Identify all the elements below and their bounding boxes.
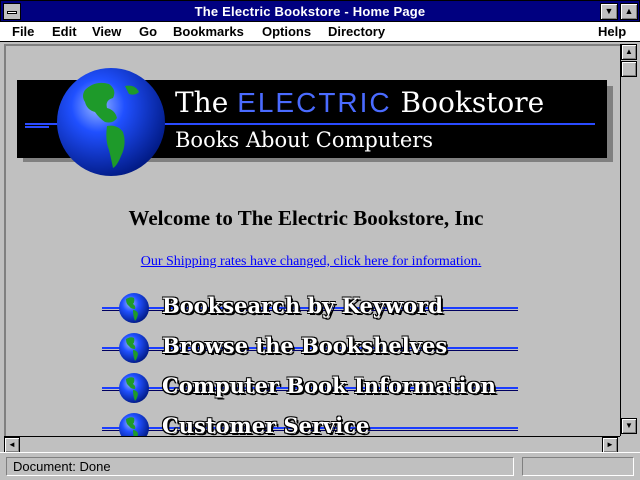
page-content: The ELECTRIC Bookstore Books About Compu… (4, 44, 620, 436)
menu-help[interactable]: Help (598, 24, 626, 39)
menu-edit[interactable]: Edit (52, 24, 77, 39)
title-bar[interactable]: The Electric Bookstore - Home Page ▼ ▲ (0, 0, 640, 22)
status-text: Document: Done (6, 457, 514, 476)
menu-view[interactable]: View (92, 24, 121, 39)
scroll-up-icon[interactable]: ▲ (621, 44, 637, 60)
maximize-button[interactable]: ▲ (620, 3, 638, 20)
menu-bar: File Edit View Go Bookmarks Options Dire… (0, 22, 640, 42)
vertical-scrollbar[interactable]: ▲ ▼ (620, 44, 638, 436)
nav-booksearch-link[interactable]: Booksearch by Keyword (102, 290, 522, 326)
menu-file[interactable]: File (12, 24, 34, 39)
browser-window: The Electric Bookstore - Home Page ▼ ▲ F… (0, 0, 640, 480)
nav-browse-link[interactable]: Browse the Bookshelves (102, 330, 522, 366)
nav-label: Booksearch by Keyword (162, 293, 443, 318)
banner-title-highlight: ELECTRIC (237, 87, 392, 118)
horizontal-scrollbar[interactable]: ◄ ► (4, 436, 620, 453)
scroll-thumb[interactable] (621, 61, 637, 77)
progress-indicator (522, 457, 634, 476)
scroll-right-icon[interactable]: ► (602, 437, 618, 453)
menu-bookmarks[interactable]: Bookmarks (173, 24, 244, 39)
status-bar: Document: Done (0, 452, 640, 480)
nav-label: Browse the Bookshelves (162, 333, 448, 358)
scroll-down-icon[interactable]: ▼ (621, 418, 637, 434)
menu-directory[interactable]: Directory (328, 24, 385, 39)
welcome-heading: Welcome to The Electric Bookstore, Inc (128, 206, 484, 230)
scroll-left-icon[interactable]: ◄ (4, 437, 20, 453)
globe-icon (119, 413, 149, 436)
window-title: The Electric Bookstore - Home Page (194, 4, 426, 19)
banner: The ELECTRIC Bookstore Books About Compu… (17, 68, 613, 176)
nav-label: Computer Book Information (162, 373, 496, 398)
globe-icon (119, 373, 149, 403)
minimize-button[interactable]: ▼ (600, 3, 618, 20)
menu-go[interactable]: Go (139, 24, 157, 39)
shipping-rates-link[interactable]: Our Shipping rates have changed, click h… (6, 254, 616, 270)
menu-options[interactable]: Options (262, 24, 311, 39)
nav-computer-book-info-link[interactable]: Computer Book Information (102, 370, 522, 406)
globe-icon (119, 333, 149, 363)
scrollbar-corner (620, 436, 638, 452)
nav-customer-service-link[interactable]: Customer Service (102, 410, 522, 436)
banner-title: The ELECTRIC Bookstore (175, 86, 545, 119)
globe-icon (119, 293, 149, 323)
nav-label: Customer Service (162, 413, 370, 436)
system-menu-icon[interactable] (3, 3, 21, 20)
banner-subtitle: Books About Computers (175, 128, 434, 152)
globe-logo-icon (57, 68, 165, 176)
